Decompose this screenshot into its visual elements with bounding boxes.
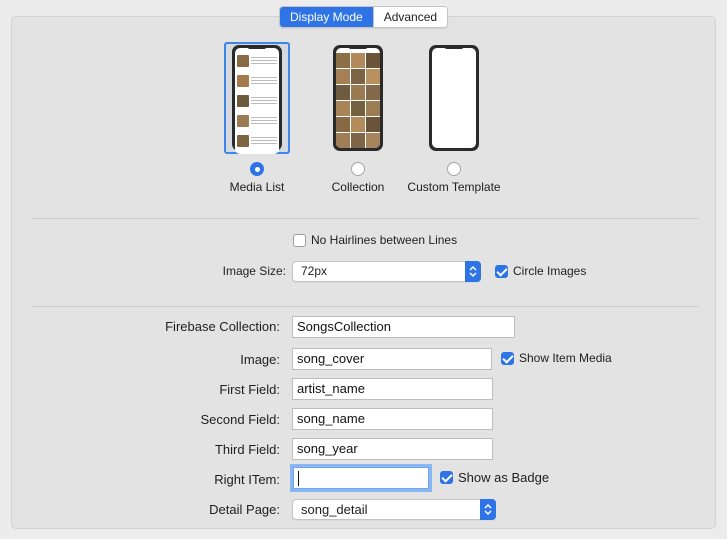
collection-preview-frame[interactable]: [325, 42, 391, 154]
custom-template-preview-frame[interactable]: [421, 42, 487, 154]
text-cursor: [298, 471, 299, 487]
collection-label: Collection: [331, 180, 385, 194]
media-list-preview-frame[interactable]: [224, 42, 290, 154]
show-as-badge-checkbox[interactable]: [440, 471, 453, 484]
image-size-select[interactable]: 72px: [292, 261, 481, 282]
display-mode-collection[interactable]: Collection: [308, 42, 408, 194]
media-list-label: Media List: [229, 180, 285, 194]
phone-media-list-icon: [232, 45, 282, 154]
no-hairlines-label: No Hairlines between Lines: [311, 233, 458, 247]
custom-template-radio[interactable]: [447, 162, 461, 176]
tab-advanced[interactable]: Advanced: [372, 7, 448, 27]
phone-blank-icon: [429, 45, 479, 151]
show-item-media-checkbox[interactable]: [501, 351, 514, 365]
firebase-collection-label: Firebase Collection:: [165, 319, 280, 334]
image-size-label: Image Size:: [222, 264, 286, 278]
no-hairlines-checkbox[interactable]: [293, 233, 306, 247]
phone-collection-icon: [333, 45, 383, 151]
image-size-value: 72px: [301, 264, 328, 278]
show-as-badge-option[interactable]: Show as Badge: [440, 470, 549, 485]
circle-images-label: Circle Images: [513, 264, 587, 278]
tab-bar: Display Mode Advanced: [279, 6, 449, 28]
third-field-input[interactable]: song_year: [292, 438, 493, 460]
collection-radio[interactable]: [351, 162, 365, 176]
second-field-label: Second Field:: [200, 412, 281, 427]
right-item-label: Right ITem:: [214, 472, 280, 487]
first-field-label: First Field:: [219, 382, 280, 397]
firebase-collection-input[interactable]: SongsCollection: [292, 316, 515, 338]
show-item-media-option[interactable]: Show Item Media: [501, 351, 612, 365]
detail-page-value: song_detail: [301, 502, 368, 517]
first-field-input[interactable]: artist_name: [292, 378, 493, 400]
no-hairlines-option[interactable]: No Hairlines between Lines: [293, 233, 457, 247]
divider: [31, 218, 699, 219]
third-field-label: Third Field:: [214, 442, 280, 457]
circle-images-option[interactable]: Circle Images: [495, 264, 586, 278]
custom-template-label: Custom Template: [407, 180, 501, 194]
detail-page-select[interactable]: song_detail: [292, 499, 496, 520]
tab-display-mode[interactable]: Display Mode: [280, 7, 373, 27]
display-mode-custom-template[interactable]: Custom Template: [404, 42, 504, 194]
image-field-input[interactable]: song_cover: [292, 348, 492, 370]
detail-page-label: Detail Page:: [209, 502, 280, 517]
show-as-badge-label: Show as Badge: [458, 470, 550, 485]
image-field-label: Image:: [240, 352, 280, 367]
show-item-media-label: Show Item Media: [519, 351, 612, 365]
right-item-input[interactable]: [293, 467, 429, 489]
divider: [31, 306, 699, 307]
second-field-input[interactable]: song_name: [292, 408, 493, 430]
circle-images-checkbox[interactable]: [495, 264, 508, 278]
display-mode-media-list[interactable]: Media List: [207, 42, 307, 194]
media-list-radio[interactable]: [250, 162, 264, 176]
chevron-updown-icon: [465, 261, 481, 282]
chevron-updown-icon: [480, 499, 496, 520]
